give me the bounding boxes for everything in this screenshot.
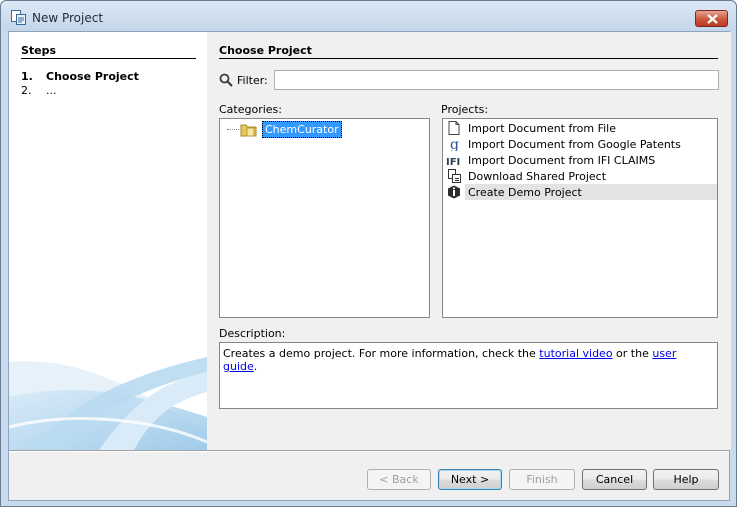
- page-title: Choose Project: [219, 44, 312, 57]
- list-item-import-file[interactable]: Import Document from File: [443, 120, 717, 136]
- finish-button[interactable]: Finish: [509, 469, 575, 490]
- new-project-dialog: New Project Steps 1. Choose Project 2....: [0, 0, 737, 507]
- steps-divider: [21, 58, 196, 59]
- step-item-2: 2....: [21, 84, 57, 97]
- filter-input[interactable]: [274, 70, 719, 90]
- step-number: 1.: [21, 70, 33, 83]
- step-item-1: 1. Choose Project: [21, 70, 139, 83]
- tutorial-video-link[interactable]: tutorial video: [539, 347, 612, 360]
- tree-item-label: ChemCurator: [262, 121, 342, 138]
- folder-icon: [240, 124, 257, 137]
- decorative-swoosh: [9, 357, 207, 450]
- step-number: 2.: [21, 84, 32, 97]
- title-bar[interactable]: New Project: [1, 1, 736, 31]
- help-button[interactable]: Help: [653, 469, 719, 490]
- categories-label: Categories:: [219, 103, 282, 116]
- footer-divider-highlight: [9, 451, 729, 452]
- close-button[interactable]: [695, 10, 728, 27]
- list-item-create-demo[interactable]: Create Demo Project: [443, 184, 717, 200]
- dialog-content: Steps 1. Choose Project 2.... Choose Pro…: [8, 31, 731, 501]
- document-icon: [448, 121, 460, 135]
- list-item-download-shared[interactable]: Download Shared Project: [443, 168, 717, 184]
- description-text: Creates a demo project. For more informa…: [223, 347, 540, 360]
- cancel-button[interactable]: Cancel: [582, 469, 647, 490]
- projects-list[interactable]: Import Document from File g Import Docum…: [442, 118, 718, 318]
- ifi-icon: IFI: [446, 157, 460, 167]
- steps-panel: Steps 1. Choose Project 2....: [9, 32, 207, 450]
- search-icon: [219, 73, 233, 87]
- new-project-icon: [11, 10, 26, 25]
- next-button[interactable]: Next >: [438, 469, 502, 490]
- tree-connector: [227, 129, 239, 130]
- shared-project-icon: [448, 169, 461, 183]
- svg-text:g: g: [450, 137, 459, 151]
- list-item-label: Import Document from Google Patents: [468, 138, 681, 151]
- back-button[interactable]: < Back: [367, 469, 431, 490]
- list-item-label: Create Demo Project: [468, 186, 582, 199]
- close-icon: [707, 14, 718, 24]
- description-label: Description:: [219, 327, 286, 340]
- description-text: or the: [612, 347, 653, 360]
- steps-title: Steps: [21, 44, 57, 57]
- list-item-import-ifi-claims[interactable]: IFI Import Document from IFI CLAIMS: [443, 152, 717, 168]
- list-item-label: Import Document from IFI CLAIMS: [468, 154, 656, 167]
- categories-tree[interactable]: ChemCurator: [219, 118, 430, 318]
- main-panel: Choose Project Filter: Categories: Proje…: [207, 32, 731, 450]
- title-divider: [219, 58, 718, 59]
- step-label: ...: [46, 84, 57, 97]
- list-item-import-google-patents[interactable]: g Import Document from Google Patents: [443, 136, 717, 152]
- step-label: Choose Project: [46, 70, 139, 83]
- description-box: Creates a demo project. For more informa…: [219, 342, 718, 409]
- filter-label: Filter:: [237, 74, 268, 87]
- window-title: New Project: [32, 11, 104, 25]
- projects-label: Projects:: [441, 103, 489, 116]
- demo-project-icon: [448, 185, 460, 199]
- description-text: .: [253, 360, 258, 373]
- list-item-label: Download Shared Project: [468, 170, 607, 183]
- list-item-label: Import Document from File: [468, 122, 616, 135]
- google-icon: g: [450, 137, 459, 151]
- svg-text:IFI: IFI: [446, 157, 460, 167]
